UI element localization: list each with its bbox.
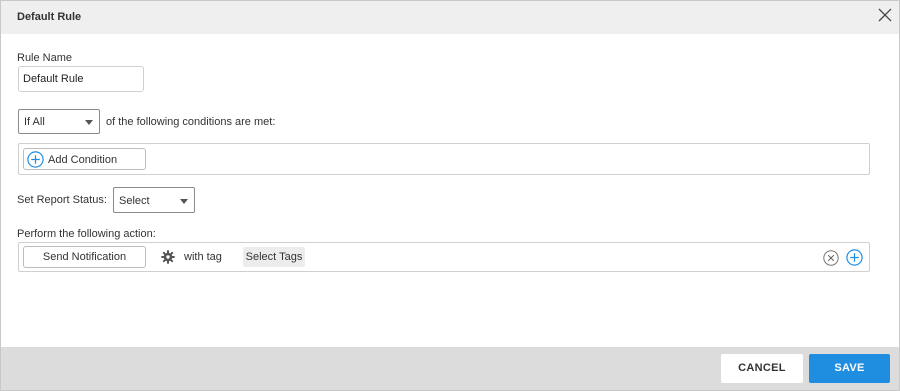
cancel-button[interactable]: CANCEL: [721, 354, 803, 383]
conditions-suffix-text: of the following conditions are met:: [106, 116, 276, 128]
add-condition-label: Add Condition: [48, 154, 118, 166]
rule-name-label: Rule Name: [17, 52, 73, 64]
rule-dialog: Default Rule Rule Name Default Rule If A…: [0, 0, 900, 391]
plus-circle-icon: [27, 151, 44, 168]
save-button[interactable]: SAVE: [809, 354, 890, 383]
dialog-header: Default Rule: [1, 1, 899, 34]
close-circle-icon[interactable]: [823, 250, 839, 266]
rule-name-value: Default Rule: [23, 73, 84, 85]
dialog-title: Default Rule: [17, 11, 82, 23]
gear-icon[interactable]: [161, 250, 175, 264]
report-status-value: Select: [119, 195, 150, 207]
send-notification-label: Send Notification: [42, 251, 127, 263]
action-panel: Send Notification with tag Select Tags: [18, 242, 870, 272]
chevron-down-icon: [85, 120, 93, 125]
send-notification-button[interactable]: Send Notification: [23, 246, 146, 268]
action-label: Perform the following action:: [17, 228, 156, 240]
add-condition-button[interactable]: Add Condition: [23, 148, 146, 170]
select-tags-placeholder: Select Tags: [245, 251, 303, 263]
report-status-label: Set Report Status:: [17, 194, 107, 206]
condition-match-select[interactable]: If All: [18, 109, 100, 134]
condition-match-value: If All: [24, 116, 45, 128]
report-status-select[interactable]: Select: [113, 187, 195, 213]
conditions-panel: Add Condition: [18, 143, 870, 175]
rule-name-input[interactable]: Default Rule: [18, 66, 144, 92]
chevron-down-icon: [180, 199, 188, 204]
with-tag-text: with tag: [184, 251, 222, 263]
add-action-icon[interactable]: [846, 249, 863, 266]
select-tags-input[interactable]: Select Tags: [243, 247, 305, 267]
close-icon[interactable]: [877, 7, 893, 23]
